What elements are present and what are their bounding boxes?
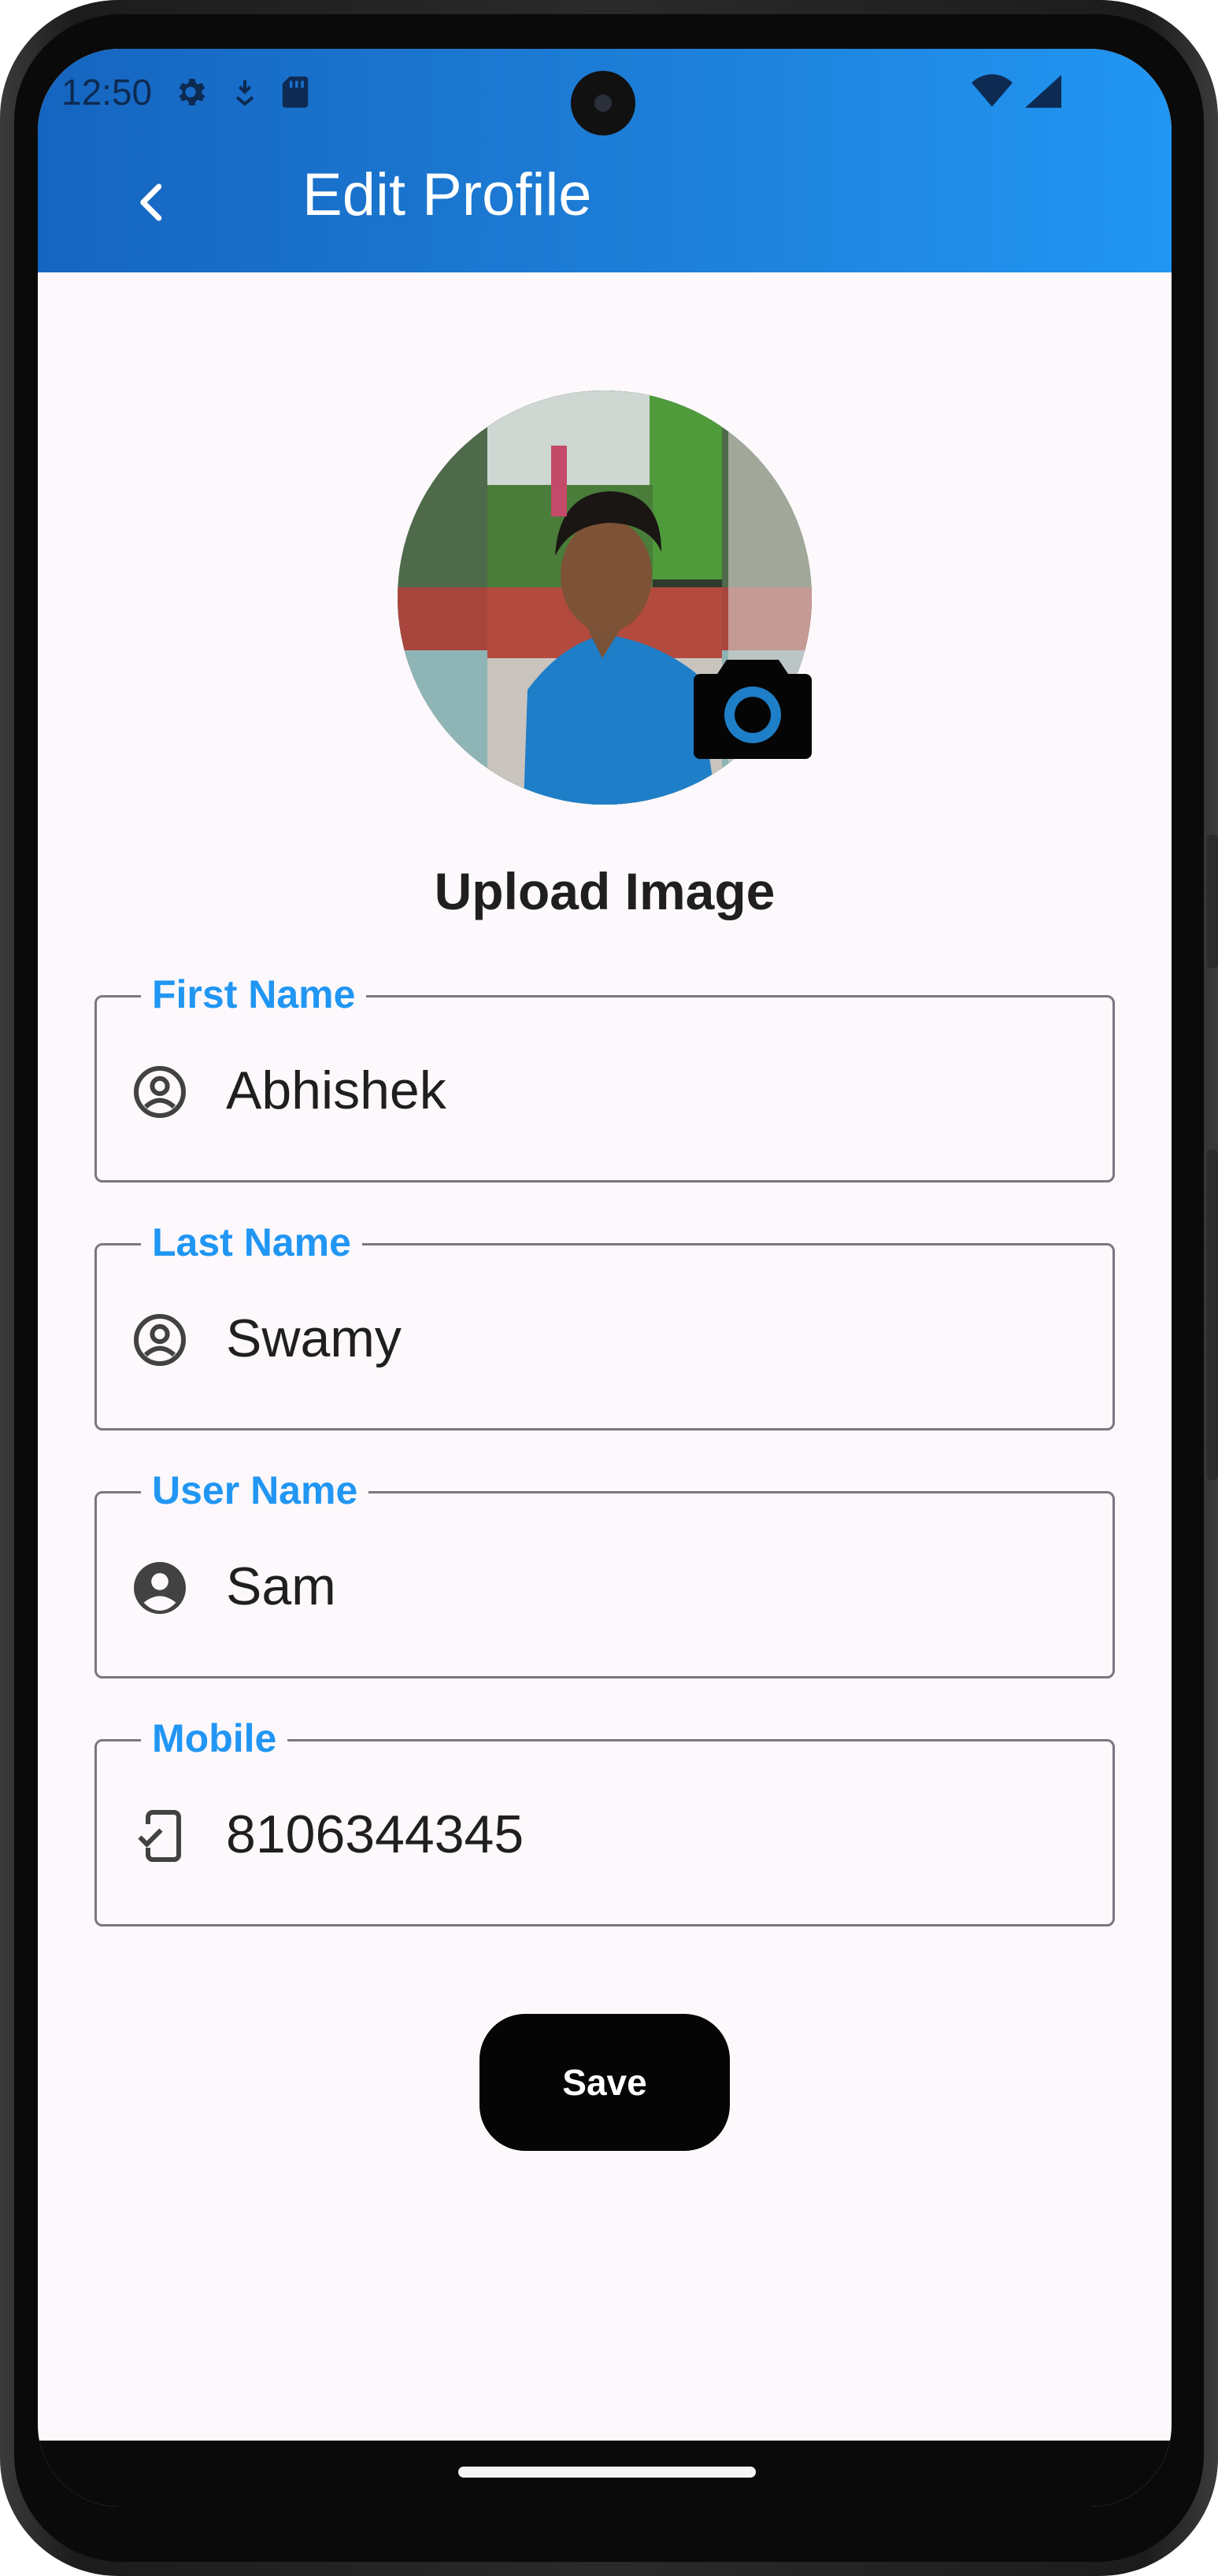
status-time: 12:50: [61, 72, 153, 113]
mobile-check-icon: [138, 1810, 181, 1862]
save-button[interactable]: Save: [479, 2014, 730, 2151]
first-name-field[interactable]: First Name: [94, 971, 1115, 1183]
signal-icon: [1025, 74, 1061, 113]
app-screen: 12:50 Edit Profile Upload Image First Na…: [38, 49, 1172, 2507]
download-icon: [229, 75, 261, 109]
camera-icon: [694, 660, 812, 759]
mobile-field[interactable]: Mobile: [94, 1715, 1115, 1926]
wifi-icon: [972, 74, 1013, 113]
last-name-label: Last Name: [141, 1219, 362, 1266]
first-name-input[interactable]: [226, 1053, 1076, 1128]
back-button[interactable]: [117, 167, 187, 238]
account-circle-outline-icon: [134, 1066, 186, 1118]
user-name-field[interactable]: User Name: [94, 1467, 1115, 1678]
first-name-label: First Name: [141, 971, 367, 1018]
change-photo-button[interactable]: [694, 655, 812, 759]
phone-side-button: [1207, 835, 1218, 968]
phone-volume-button: [1207, 1149, 1218, 1480]
settings-icon: [172, 74, 209, 110]
front-camera: [571, 71, 635, 135]
last-name-input[interactable]: [226, 1301, 1076, 1376]
sd-card-icon: [281, 75, 309, 109]
user-name-label: User Name: [141, 1467, 369, 1514]
account-circle-outline-icon: [134, 1314, 186, 1366]
home-indicator[interactable]: [458, 2467, 756, 2478]
chevron-left-icon: [140, 183, 162, 221]
last-name-field[interactable]: Last Name: [94, 1219, 1115, 1430]
upload-image-label[interactable]: Upload Image: [38, 861, 1172, 921]
status-right-icons: [972, 74, 1061, 113]
mobile-label: Mobile: [141, 1715, 288, 1762]
page-title: Edit Profile: [302, 161, 592, 228]
user-name-input[interactable]: [226, 1549, 1076, 1624]
profile-image-picker[interactable]: [398, 390, 812, 805]
account-circle-filled-icon: [134, 1562, 186, 1614]
mobile-input[interactable]: [226, 1797, 1076, 1872]
